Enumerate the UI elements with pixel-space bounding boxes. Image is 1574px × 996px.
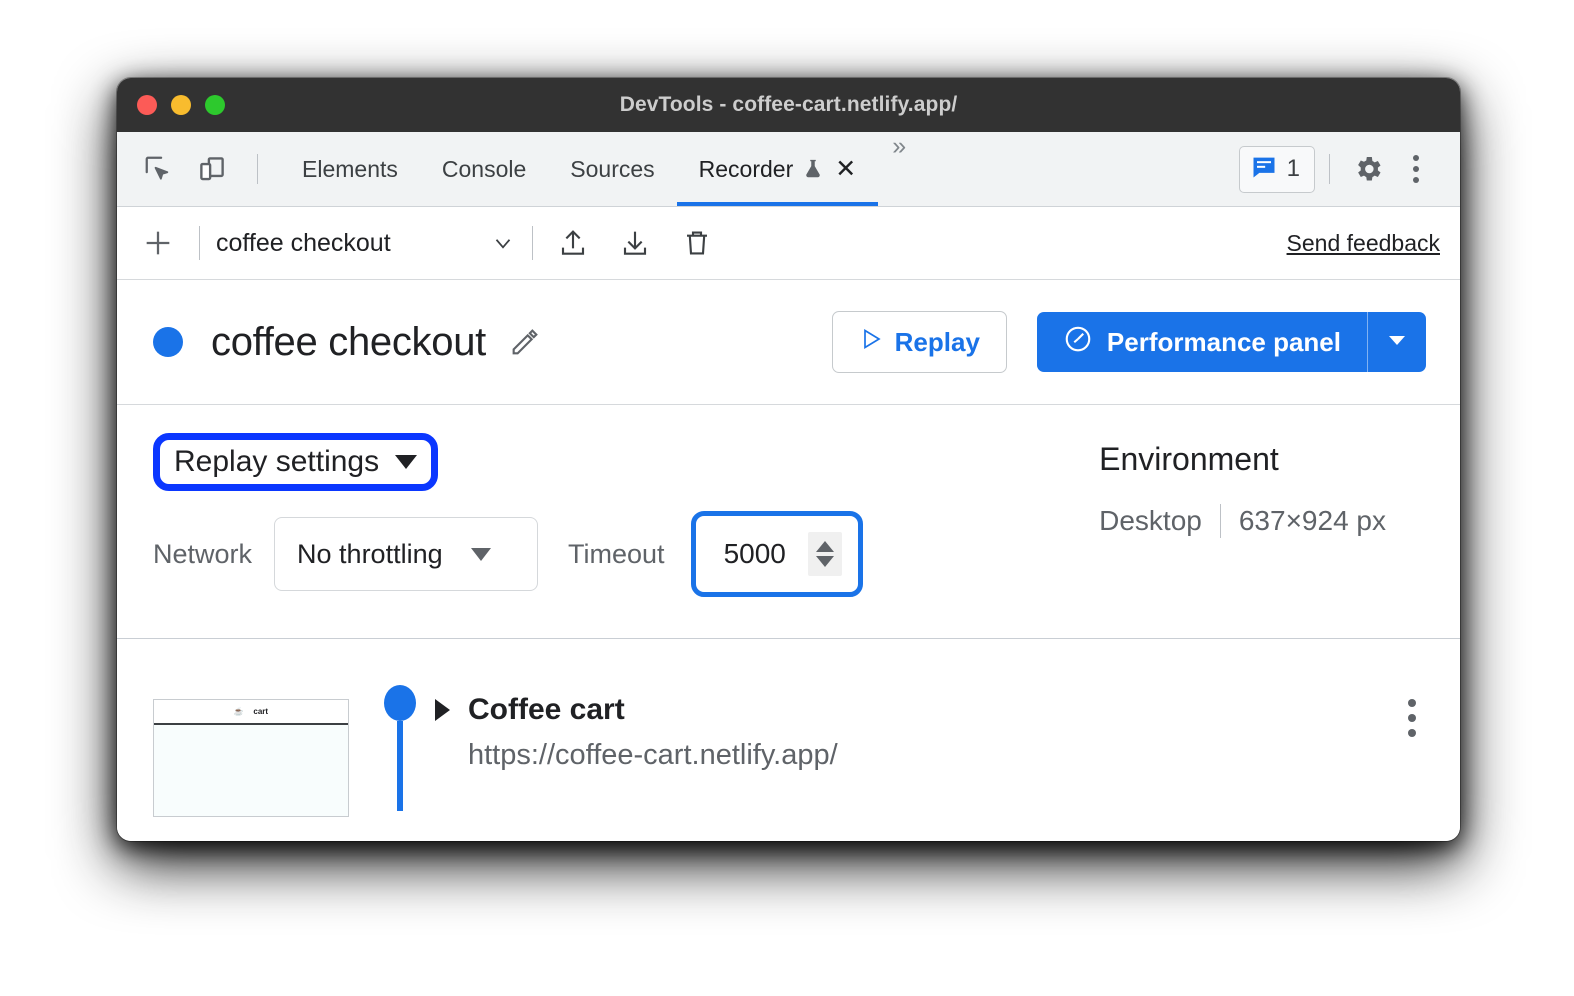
message-icon (1250, 153, 1278, 186)
stepper-up-icon[interactable] (815, 541, 834, 552)
toolbar-divider-2 (532, 226, 533, 260)
replay-button[interactable]: Replay (831, 311, 1007, 373)
download-icon[interactable] (611, 219, 659, 267)
environment-panel: Environment Desktop 637×924 px (1099, 405, 1426, 638)
issues-count: 1 (1286, 155, 1300, 182)
performance-panel-label: Performance panel (1106, 326, 1341, 357)
timeout-input[interactable]: 5000 (697, 518, 856, 590)
recording-selector[interactable]: coffee checkout (216, 229, 516, 258)
stepper-down-icon[interactable] (815, 556, 834, 567)
environment-details: Desktop 637×924 px (1099, 504, 1386, 538)
trash-icon[interactable] (673, 219, 721, 267)
upload-icon[interactable] (549, 219, 597, 267)
tab-console[interactable]: Console (420, 132, 548, 206)
window-title: DevTools - coffee-cart.netlify.app/ (619, 93, 958, 116)
screenshot-stage: DevTools - coffee-cart.netlify.app/ Elem… (0, 0, 1574, 996)
inspect-element-icon[interactable] (135, 146, 181, 192)
tab-sources-label: Sources (570, 155, 655, 182)
tabbar-divider (257, 154, 258, 184)
triangle-down-icon (1385, 332, 1409, 353)
tab-recorder[interactable]: Recorder ✕ (676, 132, 879, 206)
recorder-toolbar: coffee checkout Send feedback (117, 207, 1460, 280)
timeline-line (397, 721, 403, 811)
step-content: Coffee cart https://coffee-cart.netlify.… (435, 685, 1408, 772)
pencil-icon[interactable] (508, 325, 542, 359)
recording-header-actions: Replay Performance panel (831, 311, 1426, 373)
replay-settings-area: Replay settings Network No throttling Ti… (117, 405, 1460, 639)
timeout-label: Timeout (568, 538, 665, 569)
toolbar-divider-1 (199, 226, 200, 260)
replay-settings-highlight: Replay settings (153, 433, 439, 491)
environment-divider (1219, 504, 1221, 538)
replay-settings-toggle[interactable]: Replay settings (174, 445, 418, 479)
gear-icon[interactable] (1344, 145, 1392, 193)
environment-device: Desktop (1099, 505, 1202, 536)
replay-settings-fields: Network No throttling Timeout 5000 (153, 511, 863, 597)
replay-settings-left: Replay settings Network No throttling Ti… (153, 405, 863, 638)
triangle-down-icon (395, 455, 418, 469)
chevron-down-icon (490, 230, 516, 256)
thumbnail-label: cart (253, 707, 269, 716)
step-header[interactable]: Coffee cart (435, 693, 1408, 727)
thumbnail-logo: ☕ (233, 707, 245, 716)
tab-elements-label: Elements (302, 155, 398, 182)
recording-title: coffee checkout (211, 319, 486, 364)
replay-button-label: Replay (894, 326, 980, 357)
timeout-value: 5000 (723, 538, 786, 569)
timeline-node (384, 685, 416, 721)
performance-panel-button[interactable]: Performance panel (1036, 312, 1367, 372)
network-throttling-value: No throttling (297, 538, 443, 569)
window-titlebar: DevTools - coffee-cart.netlify.app/ (117, 78, 1460, 132)
triangle-right-icon[interactable] (435, 699, 450, 721)
send-feedback-link[interactable]: Send feedback (1287, 230, 1440, 257)
step-menu-icon[interactable] (1408, 685, 1416, 737)
step-timeline (371, 685, 429, 811)
issues-chip[interactable]: 1 (1238, 145, 1315, 193)
close-icon[interactable]: ✕ (835, 156, 856, 182)
traffic-light-buttons (137, 95, 225, 115)
devtools-window: DevTools - coffee-cart.netlify.app/ Elem… (117, 78, 1460, 841)
device-toolbar-icon[interactable] (189, 146, 235, 192)
performance-panel-dropdown-button[interactable] (1367, 312, 1426, 372)
tab-sources[interactable]: Sources (548, 132, 676, 206)
recording-status-dot (153, 327, 183, 357)
recording-header: coffee checkout Replay Performance panel (117, 280, 1460, 405)
tab-elements[interactable]: Elements (280, 132, 420, 206)
tabbar-right-icons: 1 (1238, 145, 1460, 193)
network-throttling-select[interactable]: No throttling (274, 517, 539, 591)
flask-icon (802, 157, 824, 181)
plus-icon[interactable] (133, 218, 183, 268)
kebab-menu-icon[interactable] (1392, 145, 1440, 193)
environment-viewport: 637×924 px (1238, 505, 1386, 536)
tabbar-left-icons (117, 146, 272, 192)
thumbnail-header: ☕ cart (154, 700, 348, 725)
tab-recorder-label: Recorder (698, 155, 794, 182)
environment-title: Environment (1099, 441, 1279, 477)
devtools-tabbar: Elements Console Sources Recorder ✕ » 1 (117, 132, 1460, 207)
performance-gauge-icon (1063, 324, 1093, 361)
recording-steps-list: ☕ cart Coffee cart https://coffee-cart.n… (117, 639, 1460, 841)
play-icon (859, 326, 883, 359)
triangle-down-icon (470, 547, 491, 561)
minimize-window-button[interactable] (171, 95, 191, 115)
timeout-highlight: 5000 (690, 511, 863, 597)
step-item[interactable]: ☕ cart Coffee cart https://coffee-cart.n… (117, 685, 1460, 817)
close-window-button[interactable] (137, 95, 157, 115)
tabbar-right-divider (1329, 154, 1330, 184)
panel-tabs: Elements Console Sources Recorder ✕ » (280, 132, 917, 206)
recorder-toolbar-actions (549, 219, 721, 267)
performance-panel-button-group: Performance panel (1036, 312, 1426, 372)
replay-settings-label: Replay settings (174, 445, 380, 478)
up-down-stepper-icon[interactable] (807, 532, 842, 576)
step-url: https://coffee-cart.netlify.app/ (468, 739, 838, 771)
step-title: Coffee cart (468, 693, 625, 726)
tab-console-label: Console (441, 155, 527, 182)
maximize-window-button[interactable] (205, 95, 225, 115)
more-tabs-icon[interactable]: » (878, 132, 917, 206)
step-screenshot-thumbnail: ☕ cart (153, 699, 349, 817)
recording-selector-label: coffee checkout (216, 228, 391, 257)
network-label: Network (153, 538, 253, 569)
kebab-dots (1413, 155, 1419, 183)
